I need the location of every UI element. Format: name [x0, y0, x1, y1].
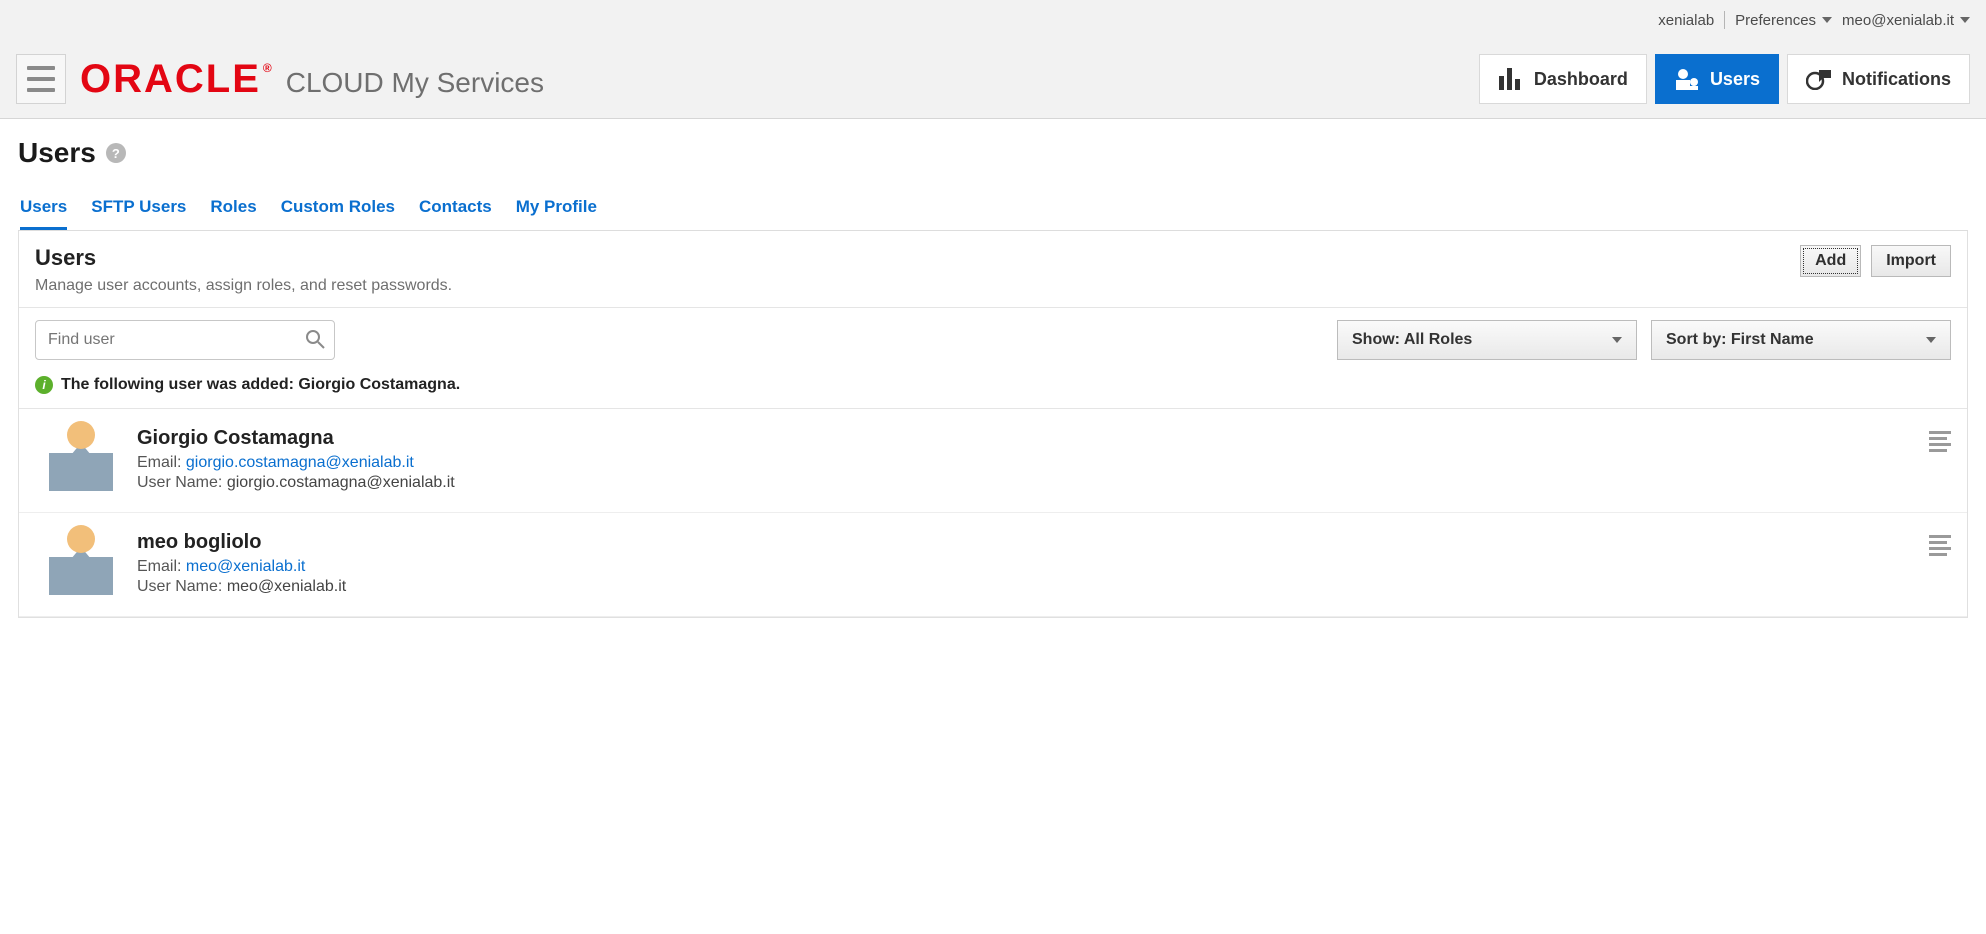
email-label: Email: [137, 558, 181, 575]
preferences-label: Preferences [1735, 12, 1816, 29]
globe-speech-icon [1806, 68, 1832, 90]
row-actions-menu[interactable] [1929, 531, 1951, 559]
search-input-wrap[interactable] [35, 320, 335, 360]
sort-by-select[interactable]: Sort by: First Name [1651, 320, 1951, 360]
row-actions-menu[interactable] [1929, 427, 1951, 455]
user-name[interactable]: Giorgio Costamagna [137, 427, 455, 450]
info-notice: i The following user was added: Giorgio … [19, 372, 1967, 409]
info-icon: i [35, 376, 53, 394]
primary-nav: Dashboard Users Notifications [1479, 54, 1970, 104]
chevron-down-icon [1926, 337, 1936, 343]
user-email: meo@xenialab.it [1842, 12, 1954, 29]
user-row: Giorgio Costamagna Email: giorgio.costam… [19, 409, 1967, 513]
chevron-down-icon [1822, 17, 1832, 23]
username-label: User Name: [137, 578, 222, 595]
account-name: xenialab [1658, 12, 1714, 29]
show-roles-label: Show: All Roles [1352, 331, 1472, 349]
panel-heading: Users [35, 245, 452, 271]
nav-users[interactable]: Users [1655, 54, 1779, 104]
global-header: xenialab Preferences meo@xenialab.it ORA… [0, 0, 1986, 119]
separator [1724, 11, 1725, 29]
tab-contacts[interactable]: Contacts [419, 187, 492, 230]
avatar [49, 427, 113, 491]
preferences-menu[interactable]: Preferences [1735, 12, 1832, 29]
chevron-down-icon [1960, 17, 1970, 23]
user-row: meo bogliolo Email: meo@xenialab.it User… [19, 513, 1967, 617]
bar-chart-icon [1498, 68, 1524, 90]
product-logo: ORACLE® CLOUD My Services [80, 57, 544, 102]
main-menu-button[interactable] [16, 54, 66, 104]
tab-sftp-users[interactable]: SFTP Users [91, 187, 186, 230]
sort-by-label: Sort by: First Name [1666, 331, 1814, 349]
user-username: meo@xenialab.it [227, 578, 346, 595]
nav-dashboard-label: Dashboard [1534, 69, 1628, 90]
show-roles-select[interactable]: Show: All Roles [1337, 320, 1637, 360]
header-top-links: xenialab Preferences meo@xenialab.it [16, 0, 1970, 40]
user-name[interactable]: meo bogliolo [137, 531, 346, 554]
tab-custom-roles[interactable]: Custom Roles [281, 187, 395, 230]
user-email-menu[interactable]: meo@xenialab.it [1842, 12, 1970, 29]
email-label: Email: [137, 454, 181, 471]
nav-users-label: Users [1710, 69, 1760, 90]
page-title: Users [18, 137, 96, 169]
panel-subheading: Manage user accounts, assign roles, and … [35, 277, 452, 295]
user-email-link[interactable]: meo@xenialab.it [186, 558, 305, 575]
import-button[interactable]: Import [1871, 245, 1951, 277]
tab-roles[interactable]: Roles [210, 187, 256, 230]
users-icon [1674, 68, 1700, 90]
tab-bar: Users SFTP Users Roles Custom Roles Cont… [18, 187, 1968, 231]
users-panel: Users Manage user accounts, assign roles… [18, 231, 1968, 618]
notice-text: The following user was added: Giorgio Co… [61, 376, 460, 394]
nav-dashboard[interactable]: Dashboard [1479, 54, 1647, 104]
chevron-down-icon [1612, 337, 1622, 343]
oracle-wordmark: ORACLE® [80, 57, 272, 102]
tab-users[interactable]: Users [20, 187, 67, 230]
search-icon[interactable] [304, 328, 326, 353]
product-line-label: CLOUD My Services [286, 67, 544, 99]
nav-notifications[interactable]: Notifications [1787, 54, 1970, 104]
tab-my-profile[interactable]: My Profile [516, 187, 597, 230]
add-button[interactable]: Add [1800, 245, 1861, 277]
registered-mark: ® [263, 61, 274, 75]
user-email-link[interactable]: giorgio.costamagna@xenialab.it [186, 454, 414, 471]
avatar [49, 531, 113, 595]
nav-notifications-label: Notifications [1842, 69, 1951, 90]
help-icon[interactable]: ? [106, 143, 126, 163]
username-label: User Name: [137, 474, 222, 491]
search-input[interactable] [48, 331, 304, 349]
user-username: giorgio.costamagna@xenialab.it [227, 474, 455, 491]
oracle-logo-text: ORACLE [80, 57, 261, 101]
